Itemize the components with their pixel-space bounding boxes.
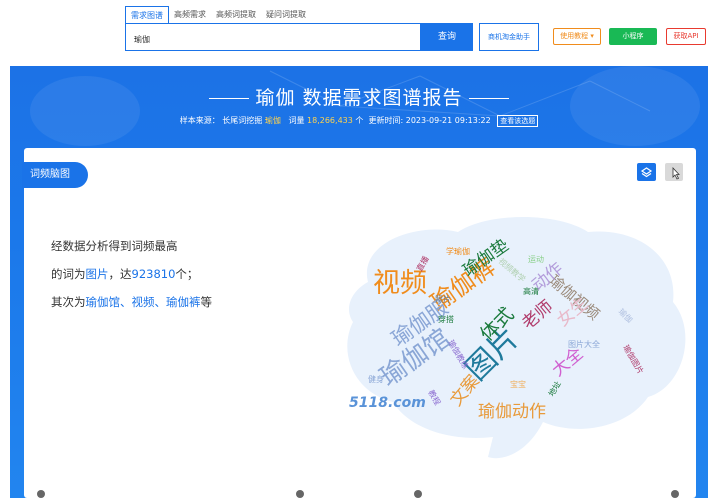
- resize-handle-mid-right[interactable]: [414, 490, 422, 498]
- search-button[interactable]: 查询: [421, 23, 473, 51]
- tab-demand-graph[interactable]: 需求图谱: [125, 6, 169, 23]
- resize-handle-left[interactable]: [37, 490, 45, 498]
- word-count-label: 词量: [288, 116, 305, 125]
- word-count-unit: 个: [355, 116, 364, 125]
- tab-high-freq-demand[interactable]: 高频需求: [169, 6, 211, 23]
- cloud-word: 图片大全: [568, 339, 600, 349]
- cloud-word: 照片: [435, 294, 451, 304]
- resize-handle-mid-left[interactable]: [296, 490, 304, 498]
- cloud-word: 学瑜伽: [446, 246, 470, 256]
- update-time-label: 更新时间:: [368, 116, 404, 125]
- tab-high-freq-words[interactable]: 高频词提取: [211, 6, 261, 23]
- search-mode-tabs: 需求图谱 高频需求 高频词提取 疑问词提取: [125, 6, 311, 24]
- tutorial-button[interactable]: 使用教程 ▾: [553, 28, 601, 45]
- cloud-word: 健身: [368, 374, 384, 384]
- sample-source-value: 长尾词挖掘: [222, 116, 263, 125]
- cloud-word: 穿搭: [438, 314, 454, 324]
- resize-handle-right[interactable]: [671, 490, 679, 498]
- cloud-word: 瑜伽动作: [478, 402, 546, 422]
- cloud-word: 宝宝: [510, 379, 526, 389]
- word-cloud: 视频瑜伽裤图片瑜伽馆瑜伽服瑜伽垫瑜伽视频动作女生老师体式大全文案瑜伽动作高清照片…: [347, 217, 686, 459]
- title-line-left: [209, 98, 250, 99]
- report-keyword: 瑜伽: [255, 87, 296, 109]
- summary-top-word: 图片: [85, 267, 109, 281]
- card-tab-word-frequency[interactable]: 词频脑图: [22, 162, 88, 188]
- frequency-summary: 经数据分析得到词频最高 的词为图片，达923810个； 其次为瑜伽馆、视频、瑜伽…: [51, 232, 311, 316]
- cloud-word: 运动: [528, 254, 544, 264]
- summary-line-3-suffix: 等: [200, 295, 213, 309]
- title-line-right: [468, 98, 509, 99]
- summary-other-words: 瑜伽馆、视频、瑜伽裤: [85, 295, 201, 309]
- summary-top-count: 923810: [131, 267, 176, 281]
- layers-icon: [640, 167, 653, 178]
- sample-source-keyword: 瑜伽: [264, 116, 281, 125]
- toggle-view-button[interactable]: [637, 163, 656, 181]
- report-meta: 样本来源： 长尾词挖掘 瑜伽 词量 18,266,433 个 更新时间: 202…: [10, 115, 708, 127]
- sample-source-label: 样本来源：: [179, 116, 220, 125]
- tab-question-words[interactable]: 疑问词提取: [261, 6, 311, 23]
- cloud-word: 高清: [523, 286, 539, 296]
- view-selection-button[interactable]: 查看该选题: [497, 115, 539, 127]
- top-bar: 需求图谱 高频需求 高频词提取 疑问词提取 瑜伽 查询 商机淘金助手 使用教程 …: [0, 0, 720, 60]
- summary-line-2-prefix: 的词为: [51, 267, 86, 281]
- api-button[interactable]: 获取API: [666, 28, 706, 45]
- summary-line-1: 经数据分析得到词频最高: [51, 239, 178, 253]
- assistant-button[interactable]: 商机淘金助手: [479, 23, 539, 51]
- report-title-text: 数据需求图谱报告: [302, 87, 463, 109]
- summary-line-2-mid: ，达: [108, 267, 132, 281]
- summary-line-3: 其次为瑜伽馆、视频、瑜伽裤等: [51, 288, 311, 316]
- report-title: 瑜伽 数据需求图谱报告: [10, 83, 708, 110]
- summary-line-2: 的词为图片，达923810个；: [51, 260, 311, 288]
- summary-line-2-suffix: 个；: [175, 267, 199, 281]
- download-button[interactable]: [665, 163, 683, 181]
- search-input[interactable]: 瑜伽: [125, 23, 421, 51]
- summary-line-3-prefix: 其次为: [51, 295, 86, 309]
- cursor-icon: [672, 166, 680, 180]
- cloud-word: 视频: [373, 268, 427, 299]
- update-time-value: 2023-09-21 09:13:22: [405, 116, 491, 125]
- watermark: 5118.com: [349, 395, 426, 411]
- word-count-value: 18,266,433: [307, 116, 353, 125]
- mini-program-button[interactable]: 小程序: [609, 28, 657, 45]
